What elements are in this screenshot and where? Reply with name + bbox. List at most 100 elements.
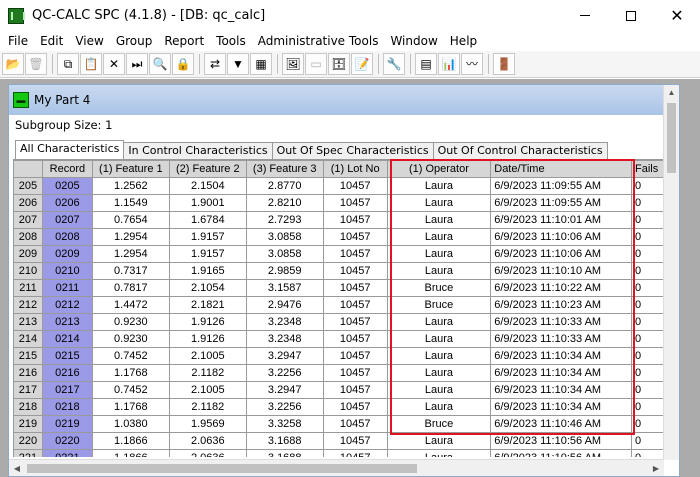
record-cell[interactable]: 0206	[41, 194, 93, 212]
table-row[interactable]: 209 0209 1.2954 1.9157 3.0858 10457 Laura 6/9/2…	[13, 245, 665, 263]
lot-no-cell[interactable]: 10457	[322, 262, 388, 280]
feature-2-cell[interactable]: 1.9157	[168, 228, 247, 246]
table-row[interactable]: 212 0212 1.4472 2.1821 2.9476 10457 Bruce 6/9/2…	[13, 296, 665, 314]
operator-cell[interactable]: Bruce	[386, 279, 492, 297]
date-time-cell[interactable]: 6/9/2023 11:09:55 AM	[490, 177, 632, 195]
dashboard-icon[interactable]: ▭	[305, 53, 327, 75]
feature-1-cell[interactable]: 0.7654	[91, 211, 170, 229]
fails-cell[interactable]: 0	[630, 449, 665, 457]
fails-cell[interactable]: 0	[630, 364, 665, 382]
feature-3-cell[interactable]: 3.1688	[245, 449, 324, 457]
fails-cell[interactable]: 0	[630, 211, 665, 229]
tab-in-control[interactable]: In Control Characteristics	[123, 142, 273, 159]
corner-cell[interactable]	[13, 160, 43, 178]
col-header-operator[interactable]: (1) Operator	[386, 160, 492, 178]
feature-1-cell[interactable]: 1.1549	[91, 194, 170, 212]
row-number[interactable]: 208	[13, 228, 43, 246]
feature-2-cell[interactable]: 1.9165	[168, 262, 247, 280]
menu-help[interactable]: Help	[444, 34, 483, 48]
lot-no-cell[interactable]: 10457	[322, 245, 388, 263]
date-time-cell[interactable]: 6/9/2023 11:10:34 AM	[490, 364, 632, 382]
row-number[interactable]: 220	[13, 432, 43, 450]
notes-icon[interactable]: 📝	[351, 53, 373, 75]
date-time-cell[interactable]: 6/9/2023 11:10:34 AM	[490, 381, 632, 399]
record-cell[interactable]: 0212	[41, 296, 93, 314]
col-header-record[interactable]: Record	[41, 160, 93, 178]
col-header-feature-2[interactable]: (2) Feature 2	[168, 160, 247, 178]
date-time-cell[interactable]: 6/9/2023 11:10:33 AM	[490, 330, 632, 348]
record-cell[interactable]: 0217	[41, 381, 93, 399]
feature-2-cell[interactable]: 2.0636	[168, 432, 247, 450]
feature-2-cell[interactable]: 1.6784	[168, 211, 247, 229]
close-button[interactable]: ✕	[654, 0, 700, 31]
lot-no-cell[interactable]: 10457	[322, 228, 388, 246]
table-row[interactable]: 220 0220 1.1866 2.0636 3.1688 10457 Laura 6/9/2…	[13, 432, 665, 450]
record-cell[interactable]: 0209	[41, 245, 93, 263]
row-number[interactable]: 207	[13, 211, 43, 229]
feature-3-cell[interactable]: 3.1587	[245, 279, 324, 297]
feature-2-cell[interactable]: 1.9126	[168, 330, 247, 348]
feature-3-cell[interactable]: 2.8770	[245, 177, 324, 195]
scroll-right-icon[interactable]: ▶	[648, 460, 664, 477]
feature-2-cell[interactable]: 2.0636	[168, 449, 247, 457]
date-time-cell[interactable]: 6/9/2023 11:10:22 AM	[490, 279, 632, 297]
lot-no-cell[interactable]: 10457	[322, 398, 388, 416]
fails-cell[interactable]: 0	[630, 398, 665, 416]
operator-cell[interactable]: Laura	[386, 449, 492, 457]
feature-1-cell[interactable]: 1.2954	[91, 228, 170, 246]
table-row[interactable]: 214 0214 0.9230 1.9126 3.2348 10457 Laura 6/9/2…	[13, 330, 665, 348]
lot-no-cell[interactable]: 10457	[322, 177, 388, 195]
database-icon[interactable]: 🗄	[328, 53, 350, 75]
row-number[interactable]: 215	[13, 347, 43, 365]
row-number[interactable]: 218	[13, 398, 43, 416]
copy-icon[interactable]: ⧉	[57, 53, 79, 75]
record-cell[interactable]: 0205	[41, 177, 93, 195]
feature-3-cell[interactable]: 2.9859	[245, 262, 324, 280]
feature-1-cell[interactable]: 1.1866	[91, 449, 170, 457]
date-time-cell[interactable]: 6/9/2023 11:10:56 AM	[490, 432, 632, 450]
row-number[interactable]: 209	[13, 245, 43, 263]
operator-cell[interactable]: Bruce	[386, 296, 492, 314]
fails-cell[interactable]: 0	[630, 177, 665, 195]
table-row[interactable]: 208 0208 1.2954 1.9157 3.0858 10457 Laura 6/9/2…	[13, 228, 665, 246]
fails-cell[interactable]: 0	[630, 347, 665, 365]
lot-no-cell[interactable]: 10457	[322, 211, 388, 229]
feature-3-cell[interactable]: 3.3258	[245, 415, 324, 433]
menu-group[interactable]: Group	[110, 34, 159, 48]
operator-cell[interactable]: Laura	[386, 211, 492, 229]
lot-no-cell[interactable]: 10457	[322, 432, 388, 450]
record-cell[interactable]: 0216	[41, 364, 93, 382]
grid-add-icon[interactable]: ▦	[250, 53, 272, 75]
table-row[interactable]: 211 0211 0.7817 2.1054 3.1587 10457 Bruce 6/9/2…	[13, 279, 665, 297]
lot-no-cell[interactable]: 10457	[322, 415, 388, 433]
feature-1-cell[interactable]: 0.7452	[91, 381, 170, 399]
feature-3-cell[interactable]: 2.9476	[245, 296, 324, 314]
row-number[interactable]: 206	[13, 194, 43, 212]
feature-2-cell[interactable]: 2.1821	[168, 296, 247, 314]
operator-cell[interactable]: Bruce	[386, 415, 492, 433]
record-cell[interactable]: 0208	[41, 228, 93, 246]
table-row[interactable]: 218 0218 1.1768 2.1182 3.2256 10457 Laura 6/9/2…	[13, 398, 665, 416]
operator-cell[interactable]: Laura	[386, 313, 492, 331]
fails-cell[interactable]: 0	[630, 194, 665, 212]
lot-no-cell[interactable]: 10457	[322, 381, 388, 399]
data-grid-icon[interactable]: ▤	[415, 53, 437, 75]
row-number[interactable]: 214	[13, 330, 43, 348]
vertical-scrollbar[interactable]: ▲	[663, 85, 679, 460]
table-row[interactable]: 206 0206 1.1549 1.9001 2.8210 10457 Laura 6/9/2…	[13, 194, 665, 212]
row-number[interactable]: 217	[13, 381, 43, 399]
feature-1-cell[interactable]: 0.7817	[91, 279, 170, 297]
col-header-feature-1[interactable]: (1) Feature 1	[91, 160, 170, 178]
horizontal-scrollbar[interactable]: ◀ ▶	[9, 459, 664, 476]
feature-3-cell[interactable]: 3.0858	[245, 245, 324, 263]
feature-3-cell[interactable]: 3.2947	[245, 347, 324, 365]
feature-2-cell[interactable]: 2.1182	[168, 398, 247, 416]
fails-cell[interactable]: 0	[630, 432, 665, 450]
feature-2-cell[interactable]: 2.1054	[168, 279, 247, 297]
feature-3-cell[interactable]: 3.2947	[245, 381, 324, 399]
fails-cell[interactable]: 0	[630, 330, 665, 348]
operator-cell[interactable]: Laura	[386, 381, 492, 399]
lot-no-cell[interactable]: 10457	[322, 330, 388, 348]
feature-3-cell[interactable]: 3.2256	[245, 398, 324, 416]
feature-1-cell[interactable]: 1.2954	[91, 245, 170, 263]
